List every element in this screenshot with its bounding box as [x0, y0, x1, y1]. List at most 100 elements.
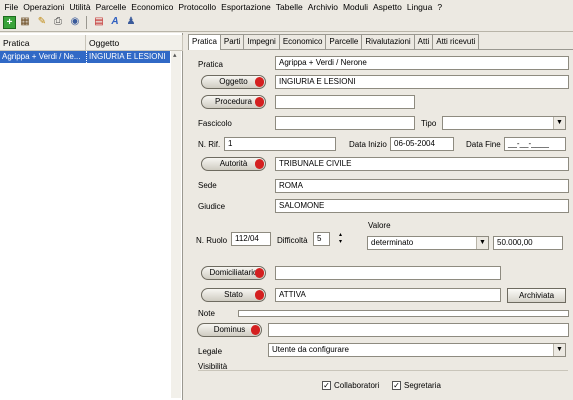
procedura-field[interactable] — [275, 95, 415, 109]
nrif-field[interactable]: 1 — [224, 137, 336, 151]
menu-utilita[interactable]: Utilità — [67, 2, 93, 12]
domiciliatario-button[interactable]: Domiciliatario — [201, 266, 266, 280]
difficolta-field[interactable]: 5 — [313, 232, 330, 246]
chevron-down-icon[interactable]: ▼ — [476, 237, 488, 249]
menu-tabelle[interactable]: Tabelle — [273, 2, 305, 12]
domiciliatario-button-label: Domiciliatario — [209, 268, 258, 277]
scroll-up-icon[interactable]: ▴ — [173, 51, 177, 59]
valore-importo-field[interactable]: 50.000,00 — [493, 236, 563, 250]
red-dot-icon — [255, 268, 264, 278]
segretaria-label: Segretaria — [404, 381, 441, 390]
stato-field[interactable]: ATTIVA — [275, 288, 501, 302]
tab-rivalutazioni[interactable]: Rivalutazioni — [361, 34, 415, 49]
menu-operazioni[interactable]: Operazioni — [21, 2, 67, 12]
toolbar: + ▦ ✎ ⎙ ◉ ▤ A ♟ — [0, 13, 573, 32]
column-header-pratica[interactable]: Pratica — [0, 35, 86, 51]
menu-moduli[interactable]: Moduli — [340, 2, 370, 12]
sede-label: Sede — [198, 181, 217, 190]
tipo-label: Tipo — [421, 119, 437, 128]
segretaria-checkbox[interactable]: ✓ — [392, 381, 401, 390]
menu-bar: File Operazioni Utilità Parcelle Economi… — [0, 0, 573, 13]
menu-aspetto[interactable]: Aspetto — [371, 2, 405, 12]
archiviata-button[interactable]: Archiviata — [507, 288, 566, 303]
calendar-icon[interactable]: ▤ — [93, 16, 105, 28]
dominus-button-label: Dominus — [213, 325, 246, 334]
spinner-down-icon[interactable]: ▾ — [339, 238, 342, 245]
list-scrollbar[interactable]: ▴ — [171, 51, 181, 398]
dominus-button[interactable]: Dominus — [197, 323, 262, 337]
tab-parcelle[interactable]: Parcelle — [325, 34, 363, 49]
menu-help[interactable]: ? — [435, 2, 445, 12]
autorita-field[interactable]: TRIBUNALE CIVILE — [275, 157, 569, 171]
red-dot-icon — [251, 325, 260, 335]
data-inizio-label: Data Inizio — [349, 140, 387, 149]
menu-file[interactable]: File — [2, 2, 21, 12]
table-row[interactable]: Agrippa + Verdi / Ne... INGIURIA E LESIO… — [0, 51, 170, 63]
autorita-button-label: Autorità — [219, 159, 248, 168]
divider — [198, 370, 568, 371]
dominus-field[interactable] — [268, 323, 569, 337]
tab-economico[interactable]: Economico — [278, 34, 327, 49]
chevron-down-icon[interactable]: ▼ — [553, 344, 565, 356]
tab-atti[interactable]: Atti — [413, 34, 434, 49]
menu-archivio[interactable]: Archivio — [305, 2, 340, 12]
sede-field[interactable]: ROMA — [275, 179, 569, 193]
valore-label: Valore — [368, 221, 391, 230]
data-inizio-field[interactable]: 06-05-2004 — [390, 137, 454, 151]
legale-value: Utente da configurare — [272, 345, 349, 354]
menu-economico[interactable]: Economico — [129, 2, 176, 12]
cell-pratica: Agrippa + Verdi / Ne... — [2, 52, 81, 61]
fascicolo-field[interactable] — [275, 116, 415, 130]
collaboratori-label: Collaboratori — [334, 381, 380, 390]
menu-lingua[interactable]: Lingua — [404, 2, 435, 12]
column-header-oggetto[interactable]: Oggetto — [86, 35, 183, 51]
valore-select[interactable]: determinato ▼ — [367, 236, 489, 250]
pratica-field[interactable]: Agrippa + Verdi / Nerone — [275, 56, 569, 70]
tipo-select[interactable]: ▼ — [442, 116, 566, 130]
nruolo-field[interactable]: 112/04 — [231, 232, 271, 246]
oggetto-field[interactable]: INGIURIA E LESIONI — [275, 75, 569, 89]
tab-parti[interactable]: Parti — [219, 34, 245, 49]
note-label: Note — [198, 309, 215, 318]
spinner-up-icon[interactable]: ▴ — [339, 231, 342, 238]
menu-parcelle[interactable]: Parcelle — [93, 2, 129, 12]
view-icon[interactable]: ◉ — [69, 16, 81, 28]
pratiche-list: Pratica Oggetto Agrippa + Verdi / Ne... … — [0, 33, 183, 400]
red-dot-icon — [255, 290, 264, 300]
giudice-label: Giudice — [198, 202, 226, 211]
tab-pratica[interactable]: Pratica — [188, 34, 221, 50]
print-icon[interactable]: ⎙ — [52, 16, 64, 28]
tab-strip: Pratica Parti Impegni Economico Parcelle… — [188, 34, 480, 50]
red-dot-icon — [255, 97, 264, 107]
procedura-button[interactable]: Procedura — [201, 95, 266, 109]
menu-protocollo[interactable]: Protocollo — [176, 2, 219, 12]
autorita-button[interactable]: Autorità — [201, 157, 266, 171]
oggetto-button[interactable]: Oggetto — [201, 75, 266, 89]
new-icon[interactable]: + — [3, 16, 16, 29]
fascicolo-label: Fascicolo — [198, 119, 232, 128]
data-fine-field[interactable]: __-__-____ — [504, 137, 566, 151]
nrif-label: N. Rif. — [198, 140, 221, 149]
pratica-label: Pratica — [198, 60, 223, 69]
chevron-down-icon[interactable]: ▼ — [553, 117, 565, 129]
key-icon[interactable]: ✎ — [36, 16, 48, 28]
red-dot-icon — [255, 159, 264, 169]
red-dot-icon — [255, 77, 264, 87]
giudice-field[interactable]: SALOMONE — [275, 199, 569, 213]
note-field[interactable] — [238, 310, 569, 317]
domiciliatario-field[interactable] — [275, 266, 501, 280]
menu-esportazione[interactable]: Esportazione — [219, 2, 274, 12]
tab-impegni[interactable]: Impegni — [243, 34, 280, 49]
data-fine-label: Data Fine — [466, 140, 501, 149]
difficolta-label: Difficoltà — [277, 236, 308, 245]
user-icon[interactable]: ♟ — [125, 16, 137, 28]
tab-atti-ricevuti[interactable]: Atti ricevuti — [432, 34, 480, 49]
legale-select[interactable]: Utente da configurare ▼ — [268, 343, 566, 357]
grid-icon[interactable]: ▦ — [19, 16, 31, 28]
toolbar-separator — [86, 16, 87, 29]
stato-button[interactable]: Stato — [201, 288, 266, 302]
valore-tipo: determinato — [371, 238, 414, 247]
legale-label: Legale — [198, 347, 223, 356]
text-icon[interactable]: A — [109, 16, 121, 28]
collaboratori-checkbox[interactable]: ✓ — [322, 381, 331, 390]
